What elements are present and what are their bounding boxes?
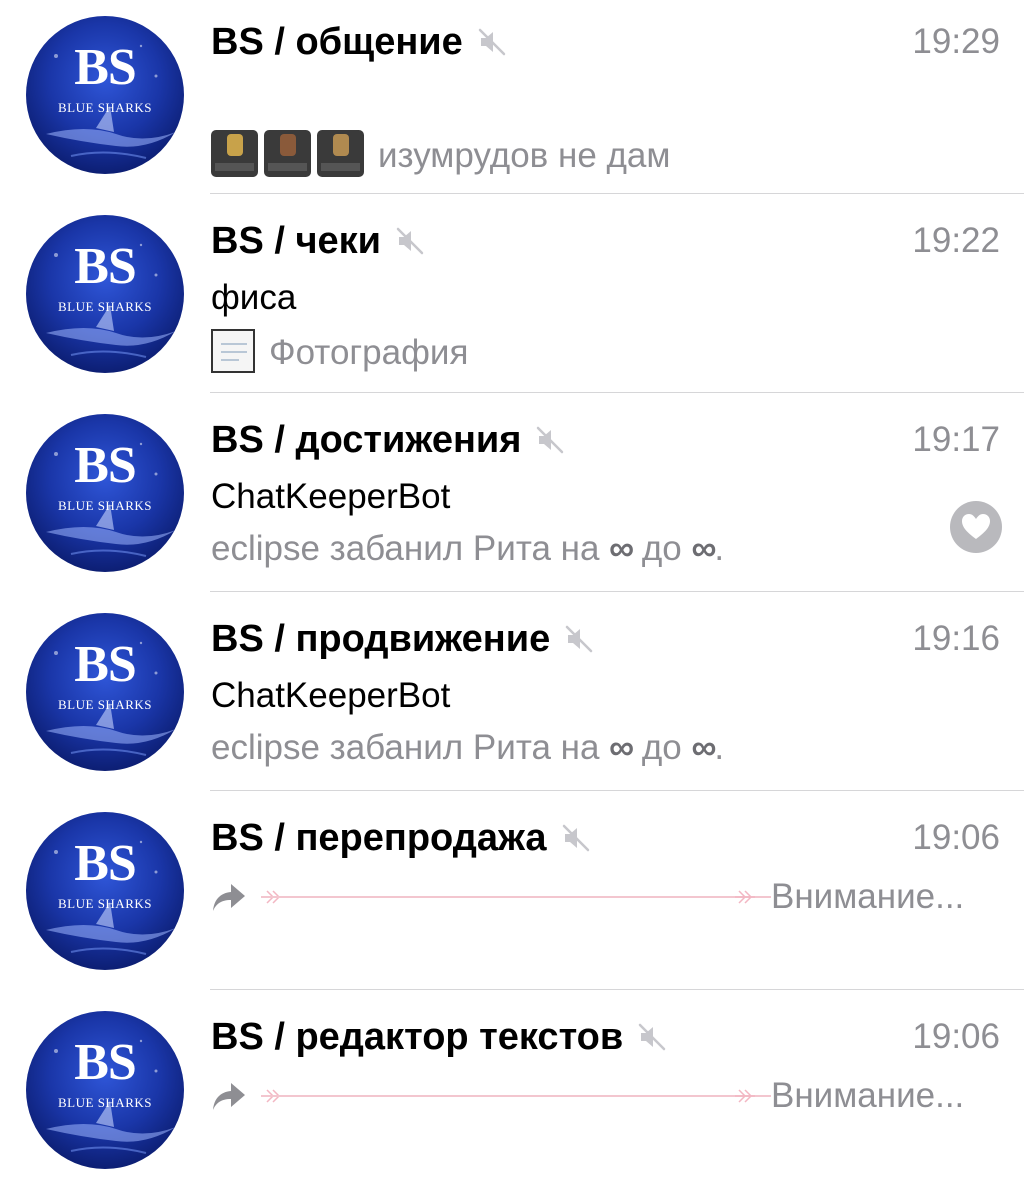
avatar-initials: BS <box>74 1034 137 1091</box>
chat-title: BS / продвижение <box>211 617 594 661</box>
sender-name: фиса <box>211 278 297 317</box>
chat-avatar: BS BLUE SHARKS <box>26 215 184 373</box>
chat-avatar: BS BLUE SHARKS <box>26 16 184 174</box>
chat-time: 19:17 <box>912 420 1000 459</box>
heart-icon <box>962 514 990 539</box>
chat-avatar: BS BLUE SHARKS <box>26 812 184 970</box>
infinity-symbol: ∞ <box>609 529 634 568</box>
photo-thumbnail <box>317 130 364 177</box>
chat-title: BS / чеки <box>211 219 425 263</box>
chat-title: BS / достижения <box>211 418 565 462</box>
avatar-initials: BS <box>74 636 137 693</box>
chat-row[interactable]: BS BLUE SHARKS BS / редактор текстов 19:… <box>0 995 1024 1194</box>
chat-avatar: BS BLUE SHARKS <box>26 613 184 771</box>
avatar-initials: BS <box>74 437 137 494</box>
infinity-symbol: ∞ <box>691 728 716 767</box>
row-separator <box>210 989 1024 990</box>
forwarded-preview: Внимание... <box>211 876 994 918</box>
avatar-initials: BS <box>74 238 137 295</box>
avatar-subtitle: BLUE SHARKS <box>58 697 152 712</box>
forward-icon <box>211 1079 247 1113</box>
mute-icon <box>477 27 507 57</box>
chat-time: 19:16 <box>912 619 1000 658</box>
chat-preview: Фотография <box>211 329 468 374</box>
row-separator <box>210 193 1024 194</box>
chat-time: 19:22 <box>912 221 1000 260</box>
chat-title: BS / общение <box>211 20 507 64</box>
chat-time: 19:29 <box>912 22 1000 61</box>
infinity-symbol: ∞ <box>609 728 634 767</box>
preview-text: Фотография <box>269 333 469 372</box>
avatar-subtitle: BLUE SHARKS <box>58 1095 152 1110</box>
chat-title: BS / редактор текстов <box>211 1015 667 1059</box>
chat-title-text: BS / продвижение <box>211 618 551 660</box>
chat-row[interactable]: BS BLUE SHARKS BS / чеки 19:22 фиса Фотог… <box>0 199 1024 398</box>
row-separator <box>210 591 1024 592</box>
preview-text-end: . <box>714 529 725 568</box>
chat-avatar: BS BLUE SHARKS <box>26 414 184 572</box>
preview-text-start: eclipse забанил Рита на <box>211 529 610 568</box>
chat-time: 19:06 <box>912 818 1000 857</box>
decorative-line <box>261 1095 771 1097</box>
photo-thumbnail <box>211 329 255 373</box>
chat-title-text: BS / достижения <box>211 419 522 461</box>
preview-text: изумрудов не дам <box>378 136 671 175</box>
preview-text: Внимание... <box>771 877 965 916</box>
avatar-initials: BS <box>74 835 137 892</box>
mute-icon <box>395 226 425 256</box>
mute-icon <box>637 1022 667 1052</box>
heart-reaction-icon[interactable] <box>950 501 1002 553</box>
avatar-subtitle: BLUE SHARKS <box>58 498 152 513</box>
mute-icon <box>535 425 565 455</box>
chat-row[interactable]: BS BLUE SHARKS BS / перепродажа 19:06 Вн… <box>0 796 1024 995</box>
chat-row[interactable]: BS BLUE SHARKS BS / достижения 19:17 Chat… <box>0 398 1024 597</box>
photo-thumbnail <box>211 130 258 177</box>
chat-preview: изумрудов не дам <box>211 130 670 177</box>
arrow-decoration-icon <box>733 1087 757 1105</box>
avatar-initials: BS <box>74 39 137 96</box>
row-separator <box>210 790 1024 791</box>
chat-preview: eclipse забанил Рита на ∞ до ∞. <box>211 528 724 570</box>
chat-row[interactable]: BS BLUE SHARKS BS / продвижение 19:16 Cha… <box>0 597 1024 796</box>
preview-text-mid: до <box>632 529 692 568</box>
photo-thumbnail <box>264 130 311 177</box>
infinity-symbol: ∞ <box>691 529 716 568</box>
forwarded-preview: Внимание... <box>211 1075 994 1117</box>
mute-icon <box>561 823 591 853</box>
chat-time: 19:06 <box>912 1017 1000 1056</box>
chat-title-text: BS / редактор текстов <box>211 1016 624 1058</box>
chat-preview: eclipse забанил Рита на ∞ до ∞. <box>211 727 724 769</box>
chat-title-text: BS / перепродажа <box>211 817 547 859</box>
chat-avatar: BS BLUE SHARKS <box>26 1011 184 1169</box>
preview-text-end: . <box>714 728 725 767</box>
preview-text-mid: до <box>632 728 692 767</box>
mute-icon <box>564 624 594 654</box>
avatar-subtitle: BLUE SHARKS <box>58 100 152 115</box>
chat-title-text: BS / общение <box>211 21 463 63</box>
forward-icon <box>211 880 247 914</box>
sender-name: ChatKeeperBot <box>211 676 451 715</box>
avatar-subtitle: BLUE SHARKS <box>58 896 152 911</box>
chat-row[interactable]: BS BLUE SHARKS BS / общение 19:29 изумру… <box>0 0 1024 199</box>
arrow-decoration-icon <box>733 888 757 906</box>
decorative-line <box>261 896 771 898</box>
preview-text-start: eclipse забанил Рита на <box>211 728 610 767</box>
row-separator <box>210 392 1024 393</box>
chat-title-text: BS / чеки <box>211 220 382 262</box>
chat-title: BS / перепродажа <box>211 816 591 860</box>
preview-text: Внимание... <box>771 1076 965 1115</box>
sender-name: ChatKeeperBot <box>211 477 451 516</box>
media-thumbnails <box>211 130 364 177</box>
avatar-subtitle: BLUE SHARKS <box>58 299 152 314</box>
chat-list: BS BLUE SHARKS BS / общение 19:29 изумру… <box>0 0 1024 1189</box>
